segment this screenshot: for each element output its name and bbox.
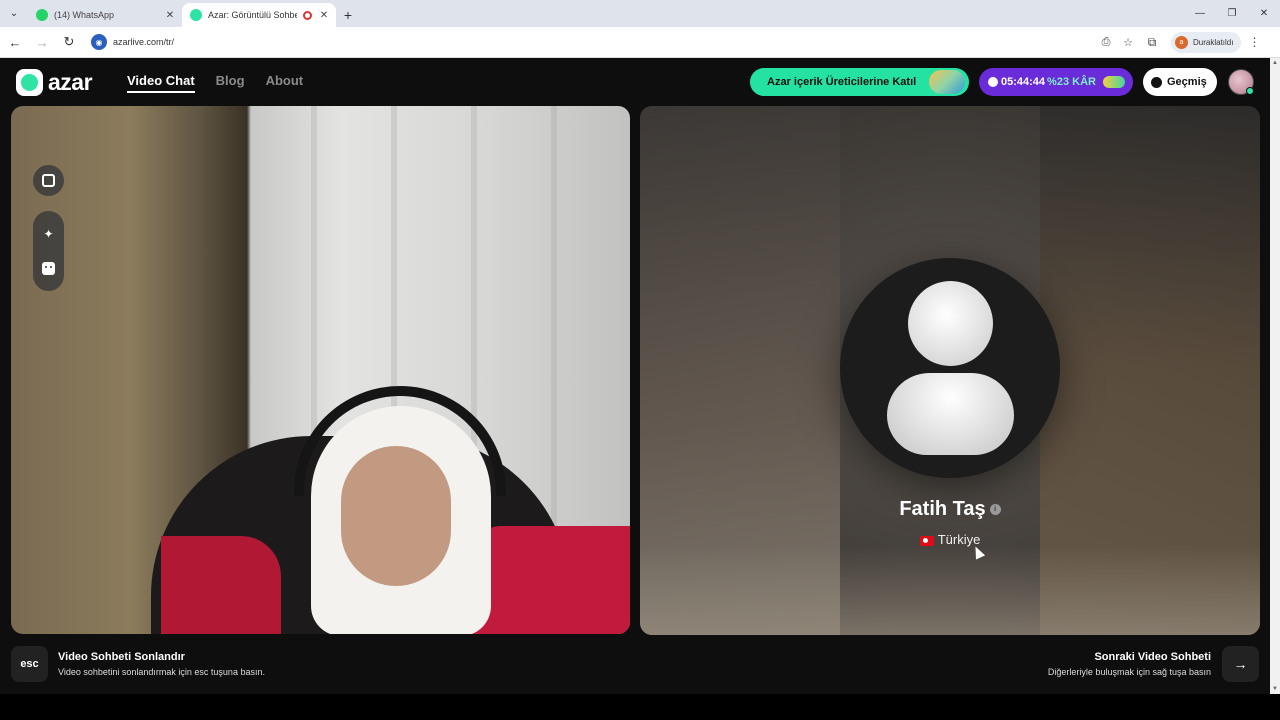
history-label: Geçmiş bbox=[1167, 76, 1207, 88]
expand-icon bbox=[42, 174, 55, 187]
minimize-icon[interactable]: — bbox=[1184, 0, 1216, 27]
peer-avatar-placeholder bbox=[840, 258, 1060, 478]
clock-icon bbox=[988, 77, 998, 87]
whatsapp-favicon-icon bbox=[36, 9, 48, 21]
sparkle-effects-icon[interactable]: ✦ bbox=[42, 227, 56, 241]
history-clock-icon bbox=[1151, 76, 1162, 88]
peer-video: Fatih Taş i Türkiye bbox=[640, 106, 1260, 635]
profile-status: Duraklatıldı bbox=[1193, 37, 1234, 47]
tab-search-icon[interactable]: ⌄ bbox=[0, 0, 28, 27]
expand-view-button[interactable] bbox=[33, 165, 64, 196]
face-filter-icon[interactable] bbox=[42, 261, 55, 275]
taskbar-strip bbox=[0, 694, 1280, 720]
offer-timer-button[interactable]: 05:44:44 %23 KÂR bbox=[979, 68, 1133, 96]
close-tab-icon[interactable]: ✕ bbox=[318, 10, 330, 21]
end-chat-button[interactable]: esc bbox=[11, 646, 48, 682]
nav-blog[interactable]: Blog bbox=[216, 73, 245, 93]
azar-app: azar Video Chat Blog About Azar içerik Ü… bbox=[0, 58, 1270, 694]
next-chat-hint: Diğerleriyle buluşmak için sağ tuşa bası… bbox=[1047, 667, 1211, 677]
browser-tabbar: ⌄ (14) WhatsApp ✕ Azar: Görüntülü Sohbet… bbox=[0, 0, 1280, 27]
forward-icon[interactable]: → bbox=[30, 30, 54, 54]
join-creators-button[interactable]: Azar içerik Üreticilerine Katıl bbox=[750, 68, 969, 96]
browser-menu-icon[interactable]: ⋮ bbox=[1241, 35, 1267, 49]
gem-icon bbox=[1103, 76, 1125, 88]
arrow-right-icon: → bbox=[1233, 656, 1248, 672]
page-scrollbar[interactable]: ▲ ▼ bbox=[1270, 58, 1280, 694]
new-tab-button[interactable]: + bbox=[336, 3, 360, 27]
azar-logo-icon bbox=[16, 69, 43, 96]
tab-whatsapp[interactable]: (14) WhatsApp ✕ bbox=[28, 3, 182, 27]
creator-decoration-icon bbox=[929, 70, 965, 94]
window-controls: — ❐ ✕ bbox=[1184, 0, 1280, 27]
peer-country-text: Türkiye bbox=[937, 532, 981, 547]
address-bar[interactable]: ◉ azarlive.com/tr/ ⎙ ☆ bbox=[89, 30, 1139, 54]
scroll-down-icon[interactable]: ▼ bbox=[1270, 684, 1280, 694]
next-chat-button[interactable]: → bbox=[1222, 646, 1259, 682]
nav-about[interactable]: About bbox=[266, 73, 304, 93]
local-video: ✦ bbox=[11, 106, 630, 634]
bookmark-star-icon[interactable]: ☆ bbox=[1117, 36, 1139, 49]
azar-logo[interactable]: azar bbox=[16, 69, 93, 96]
extensions-icon[interactable]: ⧉ bbox=[1139, 35, 1165, 50]
reload-icon[interactable]: ↻ bbox=[57, 30, 81, 54]
nav-video-chat[interactable]: Video Chat bbox=[127, 73, 195, 93]
recording-icon bbox=[303, 10, 312, 20]
browser-toolbar: ← → ↻ ◉ azarlive.com/tr/ ⎙ ☆ ⧉ a Durakla… bbox=[0, 27, 1280, 58]
chair-accent bbox=[161, 536, 281, 634]
tab-azar[interactable]: Azar: Görüntülü Sohbet & Y ✕ bbox=[182, 3, 336, 27]
join-creators-label: Azar içerik Üreticilerine Katıl bbox=[767, 76, 917, 88]
site-info-icon[interactable]: ◉ bbox=[91, 34, 107, 50]
chair-accent bbox=[471, 526, 630, 634]
turkey-flag-icon bbox=[919, 535, 934, 546]
end-chat-title: Video Sohbeti Sonlandır bbox=[58, 651, 185, 663]
info-badge-icon[interactable]: i bbox=[989, 504, 1001, 516]
restore-icon[interactable]: ❐ bbox=[1216, 0, 1248, 27]
logo-text: azar bbox=[48, 69, 93, 95]
url-text[interactable]: azarlive.com/tr/ bbox=[113, 37, 1095, 47]
azar-favicon-icon bbox=[190, 9, 202, 21]
history-button[interactable]: Geçmiş bbox=[1143, 68, 1217, 96]
next-chat-title: Sonraki Video Sohbeti bbox=[1094, 651, 1211, 663]
app-header: azar Video Chat Blog About Azar içerik Ü… bbox=[0, 58, 1270, 106]
person-body-icon bbox=[887, 373, 1014, 455]
main-nav: Video Chat Blog About bbox=[127, 73, 303, 93]
close-window-icon[interactable]: ✕ bbox=[1248, 0, 1280, 27]
profile-avatar: a bbox=[1175, 35, 1188, 49]
back-icon[interactable]: ← bbox=[3, 30, 27, 54]
peer-name-text: Fatih Taş bbox=[899, 498, 986, 520]
profile-button[interactable]: a Duraklatıldı bbox=[1171, 31, 1242, 53]
tab-title: Azar: Görüntülü Sohbet & Y bbox=[208, 10, 297, 20]
close-tab-icon[interactable]: ✕ bbox=[164, 10, 176, 21]
peer-name: Fatih Taş i bbox=[640, 498, 1260, 521]
offer-text: %23 KÂR bbox=[1047, 76, 1096, 88]
online-status-dot bbox=[1246, 87, 1254, 95]
peer-country: Türkiye bbox=[640, 532, 1260, 547]
user-avatar[interactable] bbox=[1228, 69, 1254, 95]
tab-title: (14) WhatsApp bbox=[54, 10, 115, 20]
install-app-icon[interactable]: ⎙ bbox=[1095, 36, 1117, 49]
person-head-icon bbox=[908, 281, 993, 366]
timer-text: 05:44:44 bbox=[1001, 76, 1046, 88]
effects-toolbar: ✦ bbox=[33, 211, 64, 291]
scroll-up-icon[interactable]: ▲ bbox=[1270, 58, 1280, 68]
end-chat-hint: Video sohbetini sonlandırmak için esc tu… bbox=[58, 667, 265, 677]
